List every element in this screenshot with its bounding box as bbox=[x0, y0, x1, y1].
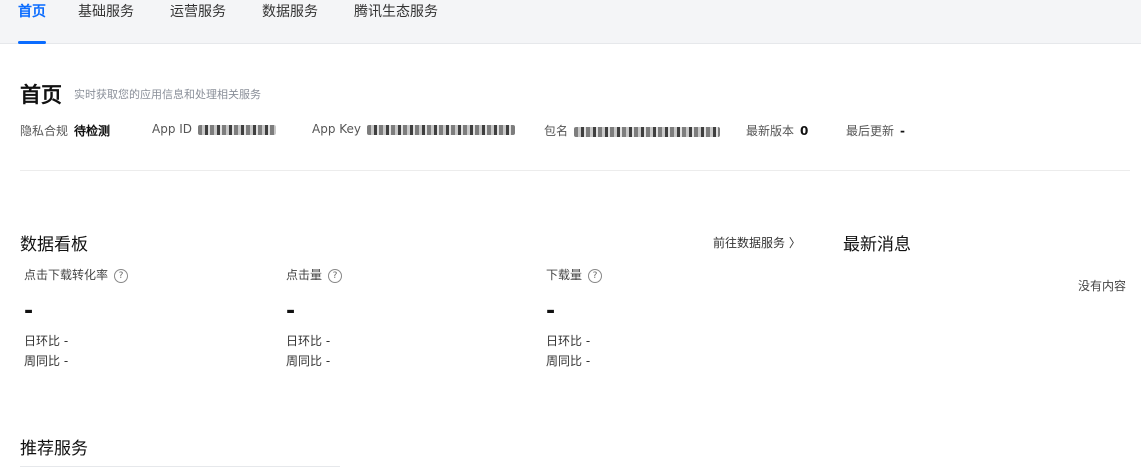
metric-label: 下载量 bbox=[546, 268, 583, 282]
week-change-label: 周同比 bbox=[546, 354, 583, 368]
help-icon[interactable]: ? bbox=[114, 268, 129, 283]
dashboard-title: 数据看板 bbox=[20, 235, 88, 255]
package-label: 包名 bbox=[544, 124, 569, 138]
active-tab-indicator bbox=[18, 41, 46, 44]
day-change-value: - bbox=[63, 334, 69, 348]
metric-week-change: 周同比 - bbox=[24, 352, 68, 369]
recommended-services-title: 推荐服务 bbox=[20, 439, 88, 459]
week-change-value: - bbox=[585, 354, 591, 368]
day-change-label: 日环比 bbox=[546, 334, 583, 348]
day-change-label: 日环比 bbox=[286, 334, 323, 348]
last-updated: 最后更新 - bbox=[846, 122, 905, 138]
week-change-value: - bbox=[63, 354, 69, 368]
metric-day-change: 日环比 - bbox=[24, 332, 68, 349]
week-change-label: 周同比 bbox=[286, 354, 323, 368]
metric-clicks: 点击量? bbox=[286, 266, 343, 283]
metric-week-change: 周同比 - bbox=[546, 352, 590, 369]
app-key-label: App Key bbox=[312, 122, 362, 136]
metric-conversion-rate: 点击下载转化率? bbox=[24, 266, 129, 283]
app-key: App Key bbox=[312, 122, 516, 138]
updated-label: 最后更新 bbox=[846, 124, 895, 138]
latest-version: 最新版本 0 bbox=[746, 122, 808, 138]
news-empty-state: 没有内容 bbox=[1078, 279, 1127, 293]
week-change-value: - bbox=[325, 354, 331, 368]
tab-operation-services[interactable]: 运营服务 bbox=[170, 4, 226, 44]
tab-data-services[interactable]: 数据服务 bbox=[262, 4, 318, 44]
updated-value: - bbox=[900, 124, 905, 138]
recommended-card-edge bbox=[20, 466, 340, 467]
metric-day-change: 日环比 - bbox=[546, 332, 590, 349]
metric-value: - bbox=[24, 299, 34, 324]
privacy-compliance: 隐私合规 待检测 bbox=[20, 122, 110, 138]
news-title: 最新消息 bbox=[843, 235, 911, 255]
help-icon[interactable]: ? bbox=[328, 268, 343, 283]
metric-value: - bbox=[286, 299, 296, 324]
metric-value: - bbox=[546, 299, 556, 324]
go-to-data-services-link[interactable]: 前往数据服务 〉 bbox=[713, 234, 801, 251]
day-change-value: - bbox=[585, 334, 591, 348]
app-id-label: App ID bbox=[152, 122, 193, 136]
metric-label: 点击量 bbox=[286, 268, 323, 282]
package-redacted bbox=[574, 126, 721, 137]
tab-tencent-ecosystem-services[interactable]: 腾讯生态服务 bbox=[354, 4, 438, 44]
tab-home[interactable]: 首页 bbox=[18, 4, 46, 44]
app-key-redacted bbox=[367, 124, 516, 135]
privacy-label: 隐私合规 bbox=[20, 124, 69, 138]
package-name: 包名 bbox=[544, 122, 721, 138]
page-subtitle: 实时获取您的应用信息和处理相关服务 bbox=[74, 88, 261, 101]
metric-day-change: 日环比 - bbox=[286, 332, 330, 349]
top-nav: 首页 基础服务 运营服务 数据服务 腾讯生态服务 bbox=[0, 0, 1141, 44]
app-id: App ID bbox=[152, 122, 277, 138]
help-icon[interactable]: ? bbox=[588, 268, 603, 283]
app-id-redacted bbox=[198, 124, 277, 135]
page-title: 首页 bbox=[20, 83, 62, 107]
metric-label: 点击下载转化率 bbox=[24, 268, 109, 282]
week-change-label: 周同比 bbox=[24, 354, 61, 368]
privacy-status: 待检测 bbox=[74, 124, 111, 138]
metric-week-change: 周同比 - bbox=[286, 352, 330, 369]
section-divider bbox=[20, 170, 1130, 171]
version-label: 最新版本 bbox=[746, 124, 795, 138]
metric-downloads: 下载量? bbox=[546, 266, 603, 283]
tab-basic-services[interactable]: 基础服务 bbox=[78, 4, 134, 44]
version-value: 0 bbox=[800, 124, 809, 138]
day-change-label: 日环比 bbox=[24, 334, 61, 348]
day-change-value: - bbox=[325, 334, 331, 348]
